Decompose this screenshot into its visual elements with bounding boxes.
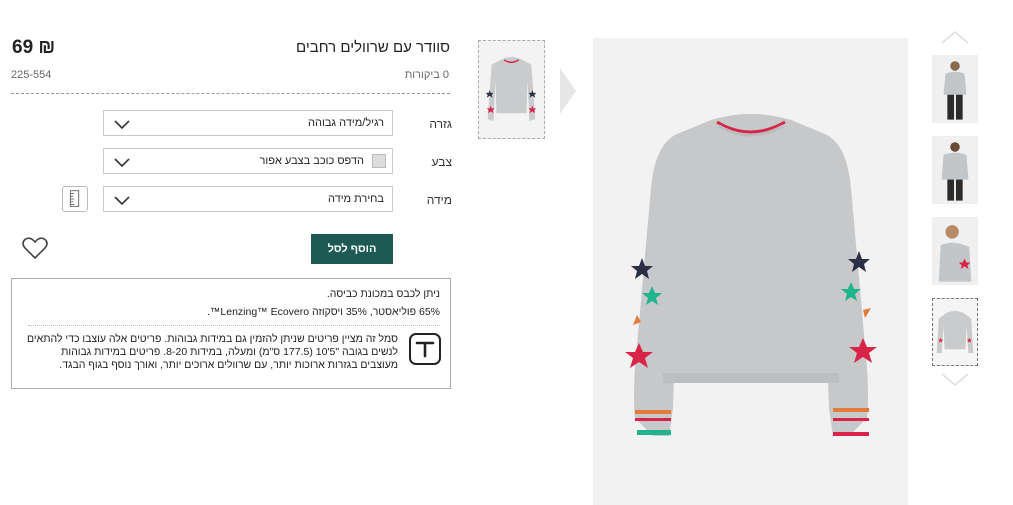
thumbs-down-button[interactable]: [932, 371, 978, 389]
tall-icon: [409, 333, 441, 365]
add-to-bag-button[interactable]: הוסף לסל: [311, 234, 393, 264]
size-guide-icon: [69, 190, 80, 207]
wash-instructions: ניתן לכבס במכונת כביסה.: [326, 288, 440, 300]
product-sku: 225-554: [11, 69, 52, 81]
color-value: הדפס כוכב בצבע אפור: [259, 155, 365, 167]
chevron-down-icon: [114, 120, 130, 130]
chevron-down-icon: [941, 373, 969, 386]
color-swatch: [372, 154, 386, 168]
size-select[interactable]: בחירת מידה: [103, 186, 393, 212]
reviews-link[interactable]: 0 ביקורות: [405, 69, 449, 81]
thumbnail-2[interactable]: [932, 136, 978, 204]
chevron-up-icon: [941, 31, 969, 44]
thumbnail-3[interactable]: [932, 217, 978, 285]
tall-description: סמל זה מציין פריטים שניתן להזמין גם במיד…: [18, 333, 398, 372]
product-info-box: ניתן לכבס במכונת כביסה. 65% פוליאסטר, 35…: [11, 278, 451, 389]
tall-line-2: לנשים בגובה "5'10 (177.5 ס"מ) ומעלה, במי…: [61, 346, 398, 358]
size-label: מידה: [426, 193, 452, 207]
product-title: סוודר עם שרוולים רחבים: [295, 39, 450, 56]
gallery-next-icon[interactable]: [560, 68, 576, 114]
heart-icon[interactable]: [22, 236, 48, 260]
fit-label: גזרה: [429, 117, 452, 131]
thumbnail-4[interactable]: [932, 298, 978, 366]
tall-line-3: מעוצבים בגזרות ארוכות יותר, עם שרוולים א…: [59, 359, 398, 371]
info-divider: [28, 325, 440, 326]
divider: [11, 93, 450, 94]
tall-line-1: סמל זה מציין פריטים שניתן להזמין גם במיד…: [26, 333, 398, 345]
chevron-down-icon: [114, 158, 130, 168]
thumbs-up-button[interactable]: [932, 28, 978, 46]
composition: 65% פוליאסטר, 35% ויסקוזה Lenzing™ Ecove…: [206, 306, 440, 318]
thumbnail-strip: [930, 28, 980, 386]
fit-select[interactable]: רגיל/מידה גבוהה: [103, 110, 393, 136]
chevron-down-icon: [114, 196, 130, 206]
color-select[interactable]: הדפס כוכב בצבע אפור: [103, 148, 393, 174]
size-value: בחירת מידה: [327, 193, 384, 205]
preview-thumbnail[interactable]: [478, 40, 545, 139]
main-product-image[interactable]: [593, 38, 908, 505]
thumbnail-1[interactable]: [932, 55, 978, 123]
product-price: 69 ₪: [12, 37, 56, 58]
fit-value: רגיל/מידה גבוהה: [308, 117, 384, 129]
color-label: צבע: [431, 155, 452, 169]
size-guide-button[interactable]: [62, 186, 88, 212]
